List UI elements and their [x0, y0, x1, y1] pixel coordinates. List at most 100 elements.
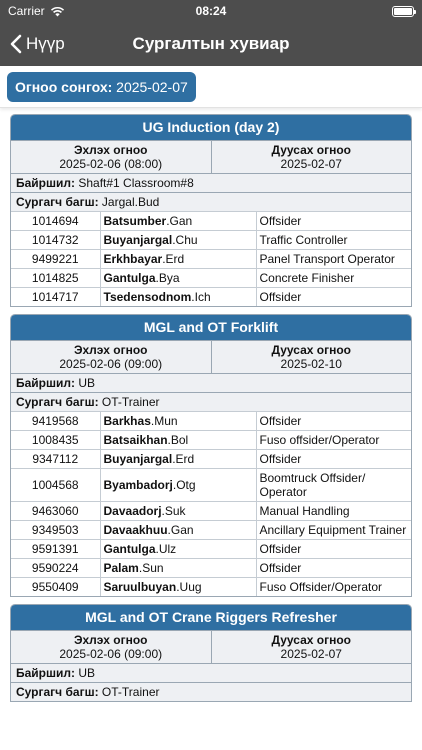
end-date-cell: Дуусах огноо 2025-02-10 [210, 341, 412, 373]
participants-table: 9419568 Barkhas.Mun Offsider 1008435 Batsaik… [11, 411, 411, 596]
employee-position: Offsider [255, 211, 411, 231]
table-row[interactable]: 9349503 Davaakhuu.Gan Ancillary Equipment … [11, 520, 411, 540]
table-row[interactable]: 9591391 Gantulga.Ulz Offsider [11, 539, 411, 559]
employee-position: Traffic Controller [255, 230, 411, 250]
employee-position: Fuso offsider/Operator [255, 430, 411, 450]
status-time: 08:24 [195, 4, 227, 18]
employee-name: Batsaikhan.Bol [99, 430, 256, 450]
table-row[interactable]: 9590224 Palam.Sun Offsider [11, 558, 411, 578]
location-label: Байршил: [16, 376, 76, 390]
location-value: UB [78, 666, 96, 680]
employee-name: Palam.Sun [99, 558, 256, 578]
employee-position: Concrete Finisher [255, 268, 411, 288]
date-area: Огноо сонгох: 2025-02-07 [0, 66, 422, 108]
employee-position: Fuso Offsider/Operator [255, 577, 411, 596]
back-label: Нүүр [26, 34, 65, 53]
employee-first-name: Byambadorj [103, 478, 173, 492]
location-label: Байршил: [16, 666, 76, 680]
employee-name: Erkhbayar.Erd [99, 249, 256, 269]
end-date-label: Дуусах огноо [271, 143, 351, 157]
course-dates: Эхлэх огноо 2025-02-06 (09:00) Дуусах огно… [11, 340, 411, 373]
table-row[interactable]: 1014717 Tsedensodnom.Ich Offsider [11, 287, 411, 306]
employee-first-name: Davaakhuu [103, 523, 168, 537]
course-title: MGL and OT Forklift [11, 315, 411, 340]
employee-name: Buyanjargal.Chu [99, 230, 256, 250]
employee-first-name: Gantulga [103, 542, 156, 556]
employee-last-name: .Suk [161, 504, 186, 518]
employee-position: Boomtruck Offsider/ Operator [255, 468, 411, 502]
trainer-row: Сургагч багш: OT-Trainer [11, 682, 411, 701]
table-row[interactable]: 1004568 Byambadorj.Otg Boomtruck Offsider/… [11, 468, 411, 502]
table-row[interactable]: 1014825 Gantulga.Bya Concrete Finisher [11, 268, 411, 288]
employee-last-name: .Ich [191, 290, 211, 304]
date-picker-button[interactable]: Огноо сонгох: 2025-02-07 [7, 72, 196, 102]
participants-table: 1014694 Batsumber.Gan Offsider 1014732 Buyan… [11, 211, 411, 306]
location-value: Shaft#1 Classroom#8 [78, 176, 194, 190]
table-row[interactable]: 1008435 Batsaikhan.Bol Fuso offsider/Opera… [11, 430, 411, 450]
start-date-value: 2025-02-06 (09:00) [59, 647, 163, 661]
start-date-label: Эхлэх огноо [73, 143, 148, 157]
table-row[interactable]: 9550409 Saruulbuyan.Uug Fuso Offsider/Oper… [11, 577, 411, 596]
end-date-label: Дуусах огноо [271, 343, 351, 357]
carrier-label: Carrier [8, 4, 45, 18]
battery-icon [392, 5, 416, 17]
trainer-value: OT-Trainer [101, 395, 160, 409]
table-row[interactable]: 1014732 Buyanjargal.Chu Traffic Controller [11, 230, 411, 250]
employee-position: Manual Handling [255, 501, 411, 521]
table-row[interactable]: 9347112 Buyanjargal.Erd Offsider [11, 449, 411, 469]
employee-id: 9419568 [11, 411, 100, 431]
trainer-label: Сургагч багш: [16, 395, 99, 409]
employee-id: 1014825 [11, 268, 100, 288]
course-title: MGL and OT Crane Riggers Refresher [11, 605, 411, 630]
end-date-cell: Дуусах огноо 2025-02-07 [210, 631, 412, 663]
employee-first-name: Gantulga [103, 271, 156, 285]
employee-first-name: Palam [103, 561, 139, 575]
course-title: UG Induction (day 2) [11, 115, 411, 140]
course-card: UG Induction (day 2) Эхлэх огноо 2025-02-0… [10, 114, 412, 307]
employee-last-name: .Bol [167, 433, 189, 447]
employee-position: Offsider [255, 539, 411, 559]
table-row[interactable]: 9463060 Davaadorj.Suk Manual Handling [11, 501, 411, 521]
employee-first-name: Tsedensodnom [103, 290, 192, 304]
table-row[interactable]: 9419568 Barkhas.Mun Offsider [11, 411, 411, 431]
employee-id: 9499221 [11, 249, 100, 269]
course-list: UG Induction (day 2) Эхлэх огноо 2025-02-0… [0, 108, 422, 702]
location-label: Байршил: [16, 176, 76, 190]
location-value: UB [78, 376, 96, 390]
employee-name: Batsumber.Gan [99, 211, 256, 231]
status-left: Carrier [8, 4, 65, 18]
nav-bar: Нүүр Сургалтын хувиар [0, 22, 422, 66]
employee-position: Offsider [255, 558, 411, 578]
employee-name: Tsedensodnom.Ich [99, 287, 256, 306]
employee-last-name: .Sun [138, 561, 164, 575]
employee-id: 9550409 [11, 577, 100, 596]
employee-id: 9591391 [11, 539, 100, 559]
employee-id: 1014717 [11, 287, 100, 306]
table-row[interactable]: 1014694 Batsumber.Gan Offsider [11, 211, 411, 231]
trainer-label: Сургагч багш: [16, 685, 99, 699]
course-dates: Эхлэх огноо 2025-02-06 (09:00) Дуусах огно… [11, 630, 411, 663]
wifi-icon [50, 6, 64, 16]
employee-name: Davaakhuu.Gan [99, 520, 256, 540]
trainer-value: OT-Trainer [101, 685, 160, 699]
trainer-label: Сургагч багш: [16, 195, 99, 209]
employee-id: 1014732 [11, 230, 100, 250]
trainer-value: Jargal.Bud [101, 195, 160, 209]
employee-id: 9463060 [11, 501, 100, 521]
table-row[interactable]: 9499221 Erkhbayar.Erd Panel Transport Oper… [11, 249, 411, 269]
employee-last-name: .Gan [166, 214, 193, 228]
start-date-label: Эхлэх огноо [73, 633, 148, 647]
employee-name: Gantulga.Bya [99, 268, 256, 288]
employee-position: Offsider [255, 411, 411, 431]
employee-last-name: .Otg [172, 478, 196, 492]
employee-position: Ancillary Equipment Trainer [255, 520, 411, 540]
employee-name: Saruulbuyan.Uug [99, 577, 256, 596]
course-card: MGL and OT Forklift Эхлэх огноо 2025-02-06… [10, 314, 412, 597]
chevron-left-icon [10, 34, 22, 54]
employee-name: Davaadorj.Suk [99, 501, 256, 521]
course-dates: Эхлэх огноо 2025-02-06 (08:00) Дуусах огно… [11, 140, 411, 173]
back-button[interactable]: Нүүр [0, 34, 65, 54]
employee-id: 1004568 [11, 468, 100, 502]
employee-last-name: .Bya [155, 271, 180, 285]
location-row: Байршил: Shaft#1 Classroom#8 [11, 173, 411, 192]
